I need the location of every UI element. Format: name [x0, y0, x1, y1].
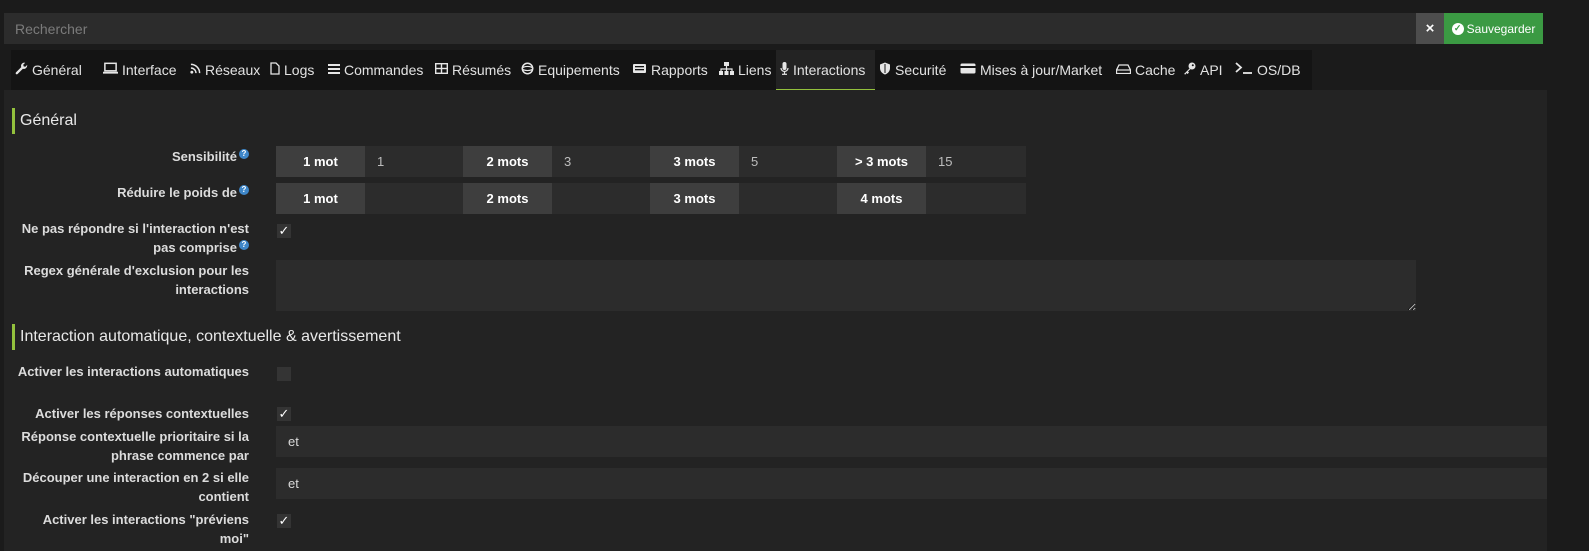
- rss-icon: [190, 62, 201, 77]
- tab-label: Rapports: [651, 61, 708, 78]
- sensibilite-more-label: > 3 mots: [837, 146, 926, 177]
- key-icon: [1183, 62, 1196, 78]
- tab-label: Cache: [1135, 61, 1176, 78]
- regex-textarea[interactable]: [276, 260, 1416, 311]
- tab-commandes[interactable]: Commandes: [324, 50, 431, 89]
- tab-label: Liens: [738, 61, 772, 78]
- reduire-2-input[interactable]: [552, 183, 652, 214]
- tab-mises-a-jour[interactable]: Mises à jour/Market: [956, 50, 1112, 89]
- sensibilite-label-text: Sensibilité: [171, 149, 237, 164]
- help-icon[interactable]: ?: [239, 184, 249, 195]
- microphone-icon: [780, 61, 789, 78]
- file-icon: [270, 61, 280, 78]
- reduire-3-label: 3 mots: [650, 183, 739, 214]
- reduire-label: Réduire le poids de?: [13, 183, 249, 202]
- tab-label: Interactions: [793, 61, 866, 78]
- decouper-label: Découper une interaction en 2 si elle co…: [22, 470, 249, 504]
- tab-label: Interface: [122, 61, 177, 78]
- section-auto-title: Interaction automatique, contextuelle & …: [12, 324, 401, 350]
- list-icon: [328, 62, 340, 77]
- tab-cache[interactable]: Cache: [1112, 50, 1179, 89]
- tab-rapports[interactable]: Rapports: [628, 50, 715, 89]
- tab-general[interactable]: Général: [11, 50, 99, 89]
- section-general-title: Général: [12, 108, 77, 134]
- sensibilite-1-input[interactable]: 1: [365, 146, 465, 177]
- tab-label: Securité: [895, 61, 947, 78]
- tab-securite[interactable]: Securité: [875, 50, 956, 89]
- tab-reseaux[interactable]: Réseaux: [186, 50, 266, 89]
- sensibilite-more-input[interactable]: 15: [926, 146, 1026, 177]
- help-icon[interactable]: ?: [239, 148, 249, 159]
- tab-label: Général: [32, 61, 82, 78]
- save-button[interactable]: ✓ Sauvegarder: [1444, 13, 1543, 44]
- tab-liens[interactable]: Liens: [715, 50, 776, 89]
- reduire-4-input[interactable]: [926, 183, 1026, 214]
- reduire-1-label: 1 mot: [276, 183, 365, 214]
- tab-interface[interactable]: Interface: [99, 50, 186, 89]
- table-icon: [434, 62, 449, 77]
- interactions-panel: Général Sensibilité? 1 mot 1 2 mots 3 3 …: [4, 90, 1547, 551]
- search-input[interactable]: [4, 13, 1416, 44]
- help-icon[interactable]: ?: [239, 239, 249, 250]
- reponse-prioritaire-label: Réponse contextuelle prioritaire si la p…: [21, 429, 249, 463]
- tab-interactions[interactable]: Interactions: [776, 50, 875, 90]
- tab-osdb[interactable]: OS/DB: [1231, 50, 1302, 89]
- tab-label: Résumés: [452, 61, 512, 78]
- save-button-label: Sauvegarder: [1466, 21, 1536, 36]
- hdd-icon: [1115, 62, 1132, 77]
- reduire-label-text: Réduire le poids de: [117, 185, 237, 200]
- previens-moi-checkbox[interactable]: ✓: [277, 513, 291, 528]
- tab-label: API: [1200, 61, 1223, 78]
- activer-auto-label: Activer les interactions automatiques: [17, 364, 249, 379]
- sensibilite-label: Sensibilité?: [13, 147, 249, 166]
- newspaper-icon: [632, 62, 647, 77]
- sitemap-icon: [719, 61, 734, 78]
- credit-card-icon: [960, 62, 976, 77]
- activer-contexte-checkbox[interactable]: ✓: [277, 406, 291, 421]
- tab-api[interactable]: API: [1179, 50, 1231, 89]
- laptop-icon: [103, 62, 118, 77]
- regex-label: Regex générale d'exclusion pour les inte…: [24, 263, 249, 297]
- tab-label: OS/DB: [1257, 61, 1301, 78]
- tab-equipements[interactable]: Equipements: [517, 50, 628, 89]
- decouper-input[interactable]: et: [276, 468, 1547, 499]
- sensibilite-3-input[interactable]: 5: [739, 146, 839, 177]
- clear-search-button[interactable]: ×: [1416, 13, 1444, 44]
- sensibilite-2-input[interactable]: 3: [552, 146, 652, 177]
- activer-auto-checkbox[interactable]: [277, 367, 291, 381]
- ne-pas-repondre-label: Ne pas répondre si l'interaction n'est p…: [13, 219, 249, 257]
- reduire-3-input[interactable]: [739, 183, 839, 214]
- check-circle-icon: ✓: [1451, 22, 1464, 35]
- wrench-icon: [15, 62, 28, 78]
- tab-label: Commandes: [344, 61, 424, 78]
- tab-label: Equipements: [538, 61, 620, 78]
- reduire-2-label: 2 mots: [463, 183, 552, 214]
- reduire-4-label: 4 mots: [837, 183, 926, 214]
- ne-pas-repondre-label-text: Ne pas répondre si l'interaction n'est p…: [21, 221, 249, 255]
- sensibilite-2-label: 2 mots: [463, 146, 552, 177]
- terminal-icon: [1235, 62, 1253, 77]
- ne-pas-repondre-checkbox[interactable]: ✓: [277, 223, 291, 238]
- tab-label: Mises à jour/Market: [980, 61, 1103, 78]
- reduire-1-input[interactable]: [365, 183, 465, 214]
- sensibilite-1-label: 1 mot: [276, 146, 365, 177]
- reponse-prioritaire-input[interactable]: et: [276, 426, 1547, 457]
- sensibilite-3-label: 3 mots: [650, 146, 739, 177]
- top-bar: × ✓ Sauvegarder: [4, 13, 1543, 44]
- tab-logs[interactable]: Logs: [266, 50, 324, 89]
- tab-label: Logs: [284, 61, 315, 78]
- shield-icon: [879, 62, 891, 78]
- tab-resumes[interactable]: Résumés: [431, 50, 517, 89]
- activer-contexte-label: Activer les réponses contextuelles: [35, 406, 249, 421]
- previens-moi-label: Activer les interactions "préviens moi": [42, 512, 249, 546]
- config-tabs: Général Interface Réseaux Logs Commandes…: [11, 50, 1312, 90]
- cube-icon: [521, 62, 534, 78]
- tab-label: Réseaux: [205, 61, 261, 78]
